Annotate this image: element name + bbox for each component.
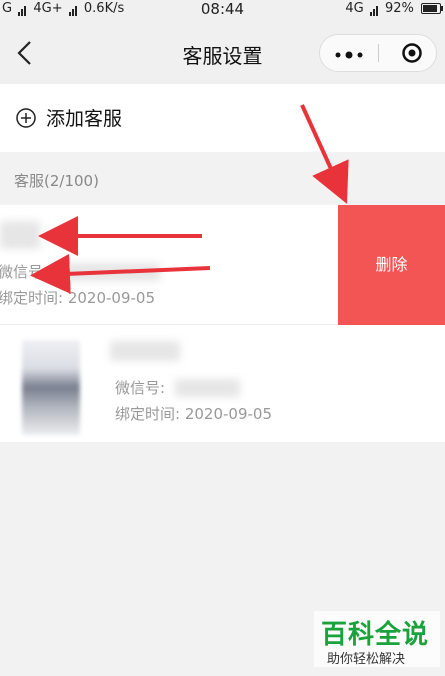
agent-wechat-id-blurred [175, 379, 240, 397]
status-bar: G 4G+ 0.6K/s 08:44 4G 92% [0, 0, 445, 22]
avatar [22, 340, 80, 435]
add-service-label: 添加客服 [46, 108, 123, 130]
nav-bar: 客服设置 [0, 22, 445, 84]
watermark-subtitle: 助你轻松解决 [327, 652, 406, 667]
agent-name-blurred [0, 221, 40, 249]
add-service-button[interactable]: 添加客服 [0, 84, 445, 152]
agent-wechat-label: 微信号: [0, 263, 49, 281]
more-button[interactable] [320, 35, 378, 71]
target-circle-icon[interactable] [402, 43, 422, 63]
battery-label: 92% [384, 1, 414, 16]
agent-wechat-id-blurred [55, 263, 160, 281]
plus-circle-icon [16, 108, 36, 128]
status-right: 4G 92% [345, 1, 443, 16]
watermark-title: 百科全说 [321, 620, 430, 650]
agent-name-blurred [110, 341, 180, 361]
delete-button[interactable]: 删除 [338, 205, 445, 325]
agent-wechat-label: 微信号: [115, 379, 166, 397]
network-right-label: 4G [345, 1, 364, 16]
capsule-menu [319, 34, 437, 72]
capsule-divider [378, 44, 379, 62]
more-dots-icon [335, 51, 363, 59]
signal-icon-3 [369, 1, 379, 16]
watermark: 百科全说 助你轻松解决 [314, 611, 440, 667]
agent-bind-time: 绑定时间: 2020-09-05 [0, 289, 155, 307]
agent-bind-time: 绑定时间: 2020-09-05 [115, 405, 272, 423]
battery-icon [421, 3, 443, 14]
section-header: 客服(2/100) [14, 172, 99, 190]
